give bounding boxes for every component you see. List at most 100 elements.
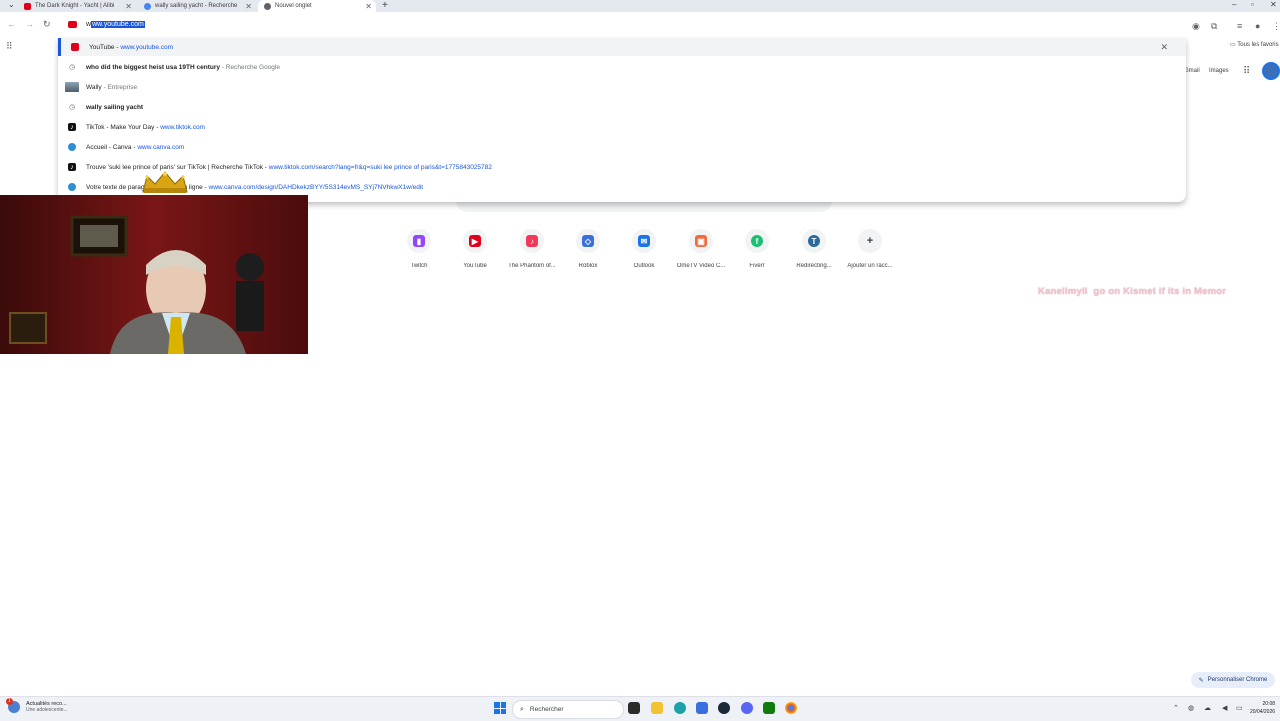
chat-message: go on Kismet if its in Memor	[1093, 286, 1227, 297]
twitch-icon: ▮	[413, 235, 425, 247]
suggestion-url: www.tiktok.com/search?lang=fr&q=suki lee…	[268, 163, 492, 171]
more-icon[interactable]: ⋮	[1272, 21, 1280, 32]
maximize-icon[interactable]: ▫	[1251, 0, 1254, 9]
new-tab-icon[interactable]: +	[382, 0, 388, 11]
minimize-icon[interactable]: –	[1232, 0, 1236, 9]
location-icon[interactable]: ◉	[1192, 21, 1200, 32]
tab-title: The Dark Knight - Yacht | Alibi	[35, 3, 115, 9]
tiktok-icon: ♪	[68, 163, 76, 171]
task-view-icon[interactable]	[628, 702, 640, 714]
youtube-icon	[24, 2, 31, 10]
suggestion-item[interactable]: ◷ wally sailing yacht	[58, 98, 1186, 116]
suggestion-url: www.canva.com	[137, 143, 185, 151]
shortcut-label: OmeTV Video C...	[676, 263, 726, 269]
back-icon[interactable]: ←	[7, 19, 16, 29]
customize-chrome-button[interactable]: ✎ Personnaliser Chrome	[1191, 672, 1275, 688]
tab-wally-search[interactable]: wally sailing yacht - Recherche ✕	[138, 0, 256, 12]
menu-list-icon[interactable]: ≡	[1237, 21, 1242, 31]
shortcut-add[interactable]: + Ajouter un racc...	[842, 229, 898, 269]
chevron-up-icon[interactable]: ⌃	[1173, 704, 1179, 712]
plus-icon: +	[866, 235, 874, 247]
music-icon: ♪	[526, 235, 538, 247]
suggestion-url: www.canva.com/design/DAHDkekzBYY/5S314ev…	[208, 183, 424, 191]
close-tab-icon[interactable]: ✕	[365, 2, 372, 11]
pencil-icon: ✎	[1198, 677, 1204, 684]
crown-icon	[142, 171, 188, 193]
shortcut-twitch[interactable]: ▮ Twitch	[391, 229, 447, 269]
shortcut-redirecting[interactable]: T Redirecting...	[786, 229, 842, 269]
taskbar-clock[interactable]: 20:08 20/04/2026	[1250, 700, 1275, 716]
tab-strip: The Dark Knight - Yacht | Alibi ✕ wally …	[0, 0, 1280, 12]
gmail-link[interactable]: Gmail	[1184, 68, 1200, 74]
taskbar: 1 Actualités reco... Une adolescente... …	[0, 696, 1280, 721]
stream-chat-overlay: Kanellmyll go on Kismet if its in Memor	[1038, 286, 1226, 297]
apps-icon[interactable]: ⠿	[6, 41, 13, 52]
reload-icon[interactable]: ↻	[43, 19, 51, 30]
suggestion-item[interactable]: Accueil - Canva - www.canva.com	[58, 138, 1186, 156]
history-icon: ◷	[68, 64, 76, 71]
close-tab-icon[interactable]: ✕	[125, 2, 132, 11]
images-link[interactable]: Images	[1209, 68, 1229, 74]
news-subtitle: Une adolescente...	[26, 707, 68, 713]
history-icon: ◷	[68, 104, 76, 111]
close-window-icon[interactable]: ✕	[1270, 0, 1277, 9]
suggestion-item[interactable]: ♪ TikTok - Make Your Day - www.tiktok.co…	[58, 118, 1186, 136]
suggestion-title: wally sailing yacht	[86, 103, 144, 111]
ometv-icon: ▣	[695, 235, 707, 247]
remove-suggestion-icon[interactable]: ✕	[1160, 42, 1168, 53]
google-apps-icon[interactable]: ⠿	[1243, 66, 1250, 77]
google-icon	[144, 2, 151, 10]
suggestion-item[interactable]: Votre texte de parag...eau blanc en lign…	[58, 178, 1186, 196]
suggestion-item[interactable]: YouTube - www.youtube.com ✕	[58, 38, 1186, 56]
toolbar: ← → ↻	[0, 12, 1280, 38]
windows-start-icon[interactable]	[494, 702, 506, 714]
edge-icon[interactable]	[674, 702, 686, 714]
shortcut-label: Roblox	[578, 263, 598, 269]
fiverr-icon: f	[751, 235, 763, 247]
weather-news-icon: 1	[6, 698, 20, 713]
close-tab-icon[interactable]: ✕	[245, 2, 252, 11]
shortcut-roblox[interactable]: ◇ Roblox	[560, 229, 616, 269]
address-selected-text: ww.youtube.com	[91, 21, 145, 28]
shortcut-outlook[interactable]: ✉ Outlook	[616, 229, 672, 269]
image-thumbnail	[65, 82, 79, 92]
outlook-icon: ✉	[638, 235, 650, 247]
taskbar-search-input[interactable]: ⌕ Rechercher	[512, 700, 624, 719]
suggestion-item[interactable]: ◷ who did the biggest heist usa 19TH cen…	[58, 58, 1186, 76]
network-icon[interactable]: ◍	[1188, 704, 1194, 712]
roblox-icon: ◇	[582, 235, 594, 247]
store-icon[interactable]	[696, 702, 708, 714]
extensions-icon[interactable]: ⧉	[1211, 21, 1217, 32]
all-bookmarks-label: Tous les favoris	[1237, 42, 1279, 48]
steam-icon[interactable]	[718, 702, 730, 714]
forward-icon[interactable]: →	[25, 19, 34, 29]
onedrive-icon[interactable]: ☁	[1204, 704, 1211, 712]
profile-icon[interactable]: ●	[1255, 21, 1260, 31]
news-widget[interactable]: 1 Actualités reco... Une adolescente...	[6, 698, 68, 713]
suggestion-item[interactable]: Wally - Entreprise	[58, 78, 1186, 96]
file-explorer-icon[interactable]	[651, 702, 663, 714]
tab-dark-knight[interactable]: The Dark Knight - Yacht | Alibi ✕	[18, 0, 136, 12]
tiktok-icon: ♪	[68, 123, 76, 131]
chrome-icon[interactable]	[785, 702, 797, 714]
volume-icon[interactable]: ◀	[1222, 704, 1227, 712]
shortcut-fiverr[interactable]: f Fiverr	[729, 229, 785, 269]
shortcut-youtube[interactable]: ▶ YouTube	[447, 229, 503, 269]
webcam-feed	[0, 195, 308, 354]
discord-icon[interactable]	[741, 702, 753, 714]
tab-search-icon[interactable]: ⌄	[8, 0, 15, 9]
clock-time: 20:08	[1262, 701, 1276, 707]
battery-icon[interactable]: ▭	[1236, 704, 1243, 712]
chat-username: Kanellmyll	[1038, 286, 1088, 297]
avatar[interactable]	[1262, 62, 1280, 80]
shortcut-phantom[interactable]: ♪ The Phantom of...	[504, 229, 560, 269]
xbox-icon[interactable]	[763, 702, 775, 714]
youtube-icon	[71, 43, 79, 51]
tab-new-tab[interactable]: Nouvel onglet ✕	[258, 0, 376, 12]
all-bookmarks[interactable]: ▭ Tous les favoris	[1230, 41, 1279, 48]
youtube-icon: ▶	[469, 235, 481, 247]
address-bar[interactable]: www.youtube.com	[86, 21, 145, 28]
suggestion-item[interactable]: ♪ Trouve 'suki lee prince of paris' sur …	[58, 158, 1186, 176]
suggestion-title: who did the biggest heist usa 19TH centu…	[86, 63, 220, 71]
shortcut-ometv[interactable]: ▣ OmeTV Video C...	[673, 229, 729, 269]
